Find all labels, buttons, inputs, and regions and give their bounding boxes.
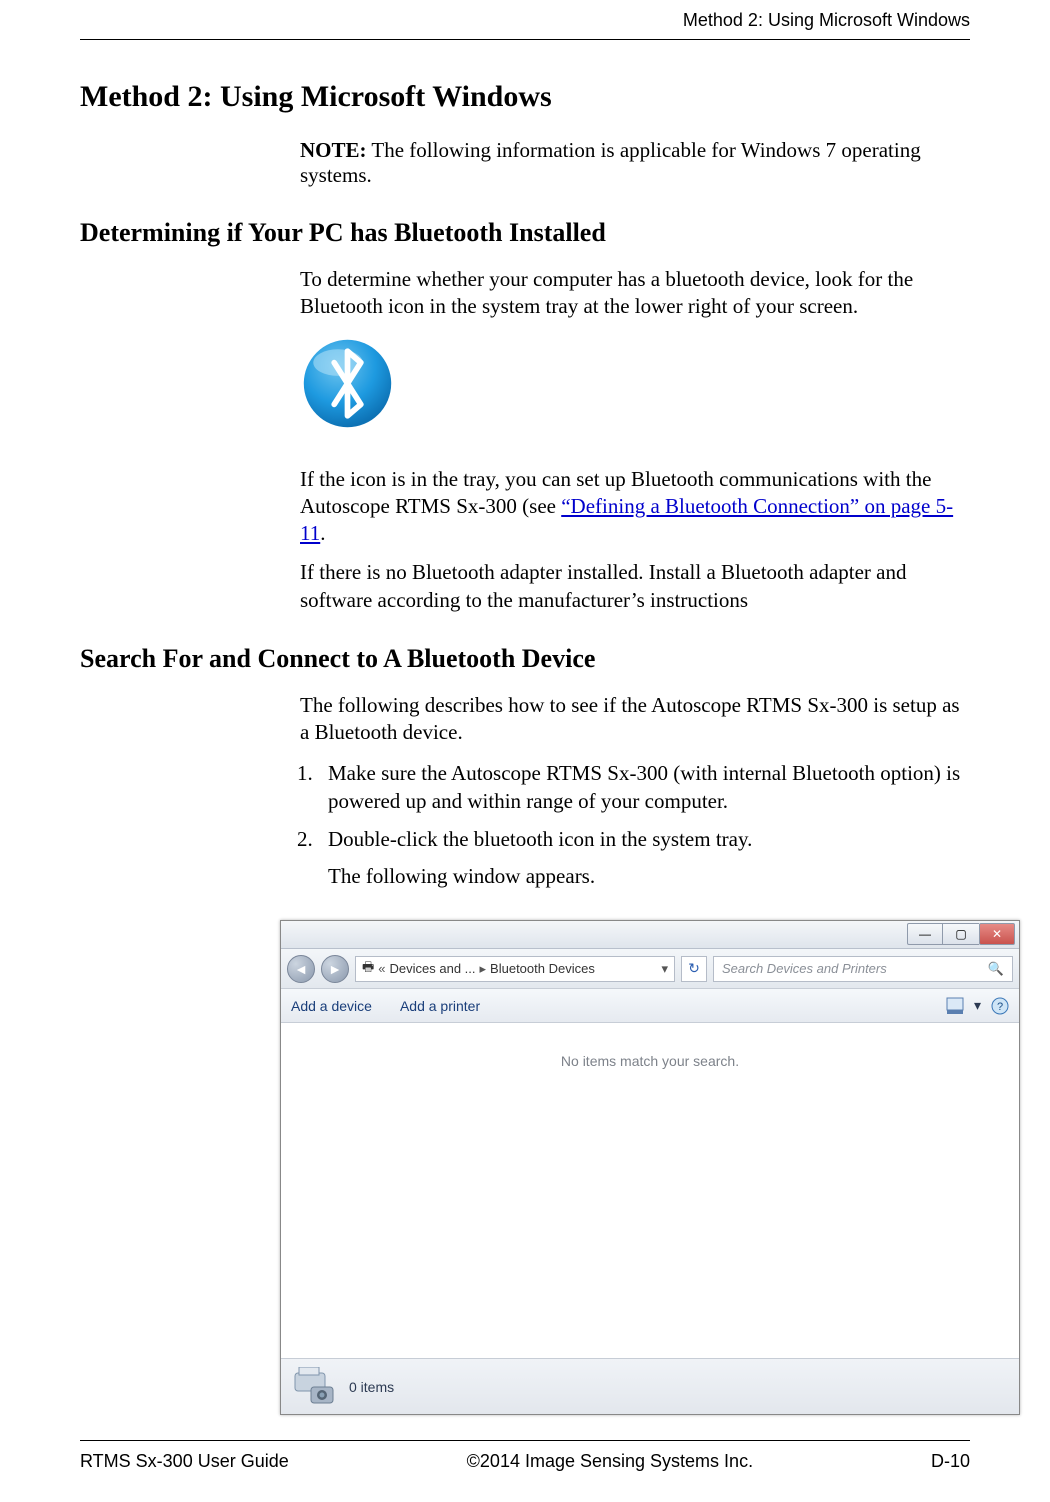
page-header-section: Method 2: Using Microsoft Windows [80, 10, 970, 40]
add-device-button[interactable]: Add a device [291, 998, 372, 1014]
close-button[interactable]: ✕ [979, 923, 1015, 945]
footer-center: ©2014 Image Sensing Systems Inc. [467, 1451, 753, 1472]
svg-text:?: ? [997, 1001, 1003, 1013]
devices-icon: 🖶 [362, 958, 374, 980]
window-statusbar: 0 items [281, 1358, 1019, 1414]
printer-camera-icon [291, 1367, 335, 1407]
section-heading-2: Search For and Connect to A Bluetooth De… [80, 644, 970, 674]
steps-list: Make sure the Autoscope RTMS Sx-300 (wit… [318, 759, 970, 890]
step-2: Double-click the bluetooth icon in the s… [318, 825, 970, 890]
nav-forward-button[interactable]: ► [321, 955, 349, 983]
add-printer-button[interactable]: Add a printer [400, 998, 480, 1014]
page-title: Method 2: Using Microsoft Windows [80, 80, 970, 114]
window-navbar: ◄ ► 🖶 « Devices and ... ▸ Bluetooth Devi… [281, 949, 1019, 989]
footer-right: D-10 [931, 1451, 970, 1472]
maximize-button[interactable]: ▢ [943, 923, 979, 945]
section1-p2: If the icon is in the tray, you can set … [300, 466, 970, 548]
window-content: No items match your search. [281, 1023, 1019, 1358]
section1-p3: If there is no Bluetooth adapter install… [300, 559, 970, 614]
step-2-text: Double-click the bluetooth icon in the s… [328, 827, 752, 851]
breadcrumb-part2: Bluetooth Devices [490, 961, 595, 976]
bluetooth-devices-window: — ▢ ✕ ◄ ► 🖶 « Devices and ... ▸ Bluetoot… [280, 920, 1020, 1415]
chevron-right-icon: ▸ [480, 961, 487, 977]
view-options-icon[interactable] [946, 997, 964, 1015]
window-toolbar: Add a device Add a printer ▾ ? [281, 989, 1019, 1023]
section2-intro: The following describes how to see if th… [300, 692, 970, 747]
status-text: 0 items [349, 1379, 394, 1395]
note-label: NOTE: [300, 138, 367, 162]
search-input[interactable]: Search Devices and Printers 🔍 [713, 956, 1013, 982]
page-footer: RTMS Sx-300 User Guide ©2014 Image Sensi… [80, 1440, 970, 1472]
refresh-button[interactable]: ↻ [681, 956, 707, 982]
search-placeholder: Search Devices and Printers [722, 961, 887, 976]
bluetooth-icon [300, 336, 970, 436]
window-titlebar: — ▢ ✕ [281, 921, 1019, 949]
note-text: The following information is applicable … [300, 138, 921, 187]
note-block: NOTE: The following information is appli… [300, 138, 970, 188]
breadcrumb[interactable]: 🖶 « Devices and ... ▸ Bluetooth Devices … [355, 956, 675, 982]
section-heading-1: Determining if Your PC has Bluetooth Ins… [80, 218, 970, 248]
breadcrumb-prefix: « [378, 961, 385, 976]
breadcrumb-part1: Devices and ... [390, 961, 476, 976]
search-icon: 🔍 [988, 961, 1004, 977]
step-1: Make sure the Autoscope RTMS Sx-300 (wit… [318, 759, 970, 816]
step-2-sub: The following window appears. [328, 862, 970, 890]
section1-p2-post: . [320, 521, 325, 545]
section1-p1: To determine whether your computer has a… [300, 266, 970, 321]
empty-message: No items match your search. [561, 1053, 739, 1069]
nav-back-button[interactable]: ◄ [287, 955, 315, 983]
chevron-down-icon[interactable]: ▾ [661, 961, 668, 977]
minimize-button[interactable]: — [907, 923, 943, 945]
help-icon[interactable]: ? [991, 997, 1009, 1015]
view-dropdown-icon[interactable]: ▾ [974, 997, 981, 1014]
footer-left: RTMS Sx-300 User Guide [80, 1451, 289, 1472]
